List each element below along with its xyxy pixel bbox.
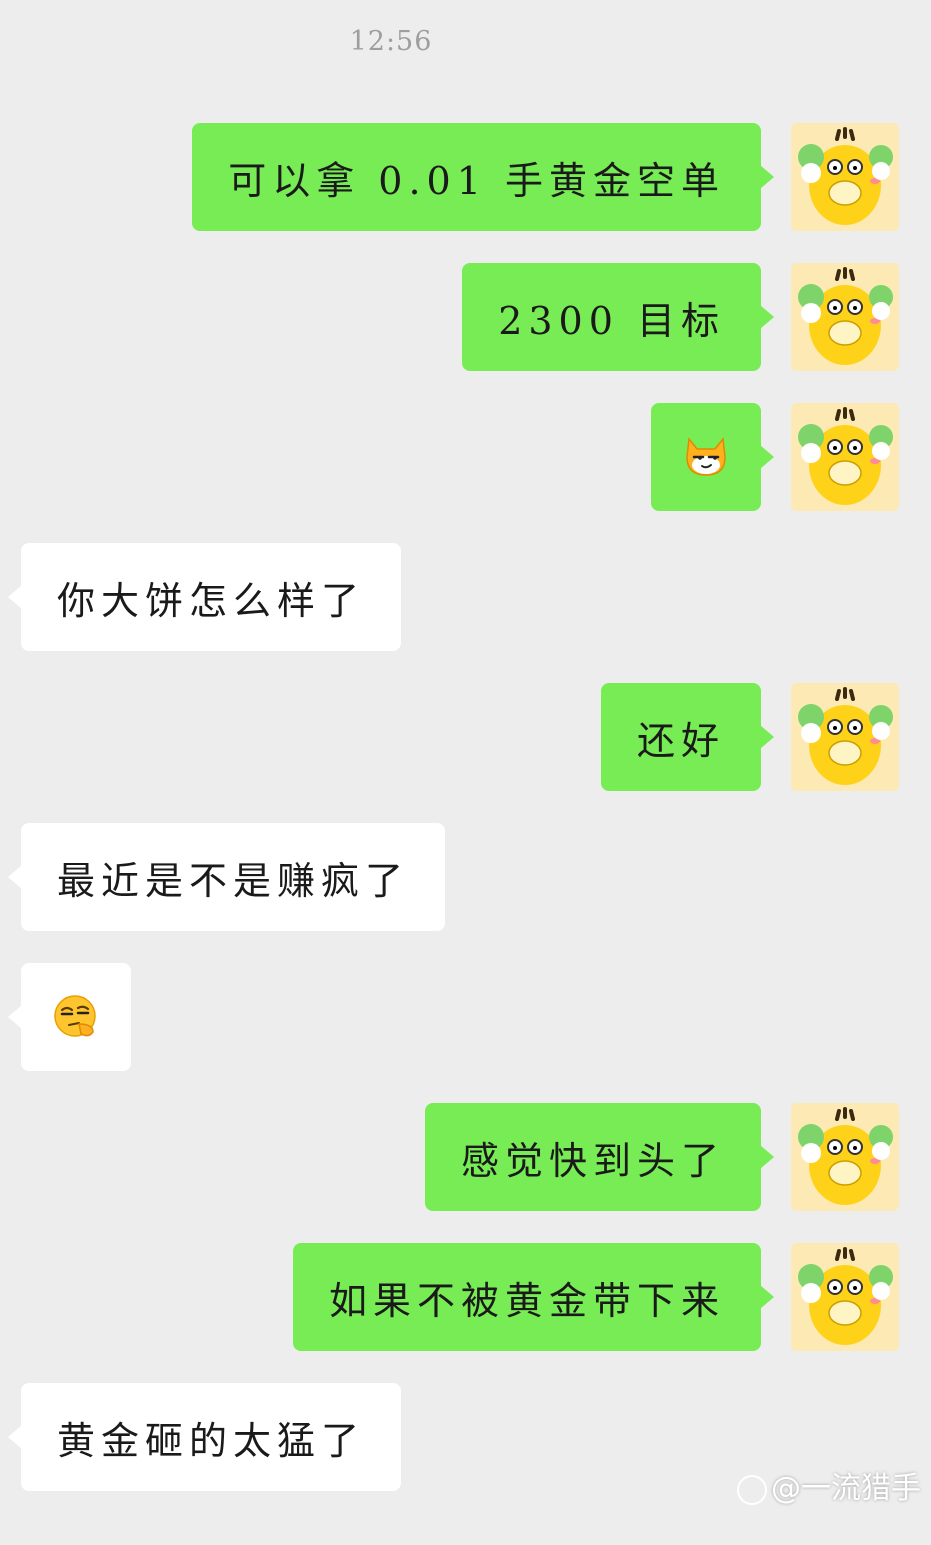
psyduck-avatar-icon bbox=[791, 403, 899, 511]
message-bubble-sent[interactable]: 2300 目标 bbox=[462, 263, 774, 371]
smirking-cat-emoji-icon bbox=[686, 437, 726, 476]
avatar[interactable] bbox=[791, 263, 899, 371]
psyduck-avatar-icon bbox=[791, 1243, 899, 1351]
message-row: 还好 bbox=[0, 683, 931, 791]
avatar[interactable] bbox=[791, 1243, 899, 1351]
message-row: 2300 目标 bbox=[0, 263, 931, 371]
message-bubble-received[interactable]: 最近是不是赚疯了 bbox=[7, 823, 446, 931]
message-row bbox=[0, 403, 931, 511]
message-bubble-received[interactable] bbox=[8, 963, 131, 1071]
avatar[interactable] bbox=[791, 683, 899, 791]
message-bubble-received[interactable]: 你大饼怎么样了 bbox=[7, 543, 402, 651]
message-bubble-sent[interactable]: 如果不被黄金带下来 bbox=[292, 1243, 775, 1351]
psyduck-avatar-icon bbox=[791, 683, 899, 791]
message-row: 感觉快到头了 bbox=[0, 1103, 931, 1211]
watermark: @一流猎手 bbox=[737, 1463, 921, 1507]
psyduck-avatar-icon bbox=[791, 123, 899, 231]
message-bubble-received[interactable]: 黄金砸的太猛了 bbox=[7, 1383, 402, 1491]
psyduck-avatar-icon bbox=[791, 263, 899, 371]
avatar[interactable] bbox=[791, 403, 899, 511]
message-text: 你大饼怎么样了 bbox=[57, 578, 366, 623]
message-bubble-sent[interactable]: 感觉快到头了 bbox=[424, 1103, 775, 1211]
message-bubble-sent[interactable] bbox=[651, 403, 774, 511]
message-row: 最近是不是赚疯了 bbox=[0, 823, 931, 931]
message-text: 还好 bbox=[636, 718, 725, 763]
psyduck-avatar-icon bbox=[791, 1103, 899, 1211]
message-text: 黄金砸的太猛了 bbox=[57, 1418, 366, 1463]
message-bubble-sent[interactable]: 可以拿 0.01 手黄金空单 bbox=[192, 123, 774, 231]
watermark-text: @一流猎手 bbox=[771, 1471, 921, 1506]
thinking-squint-emoji-icon bbox=[54, 995, 96, 1037]
message-row bbox=[0, 963, 931, 1071]
message-bubble-sent[interactable]: 还好 bbox=[600, 683, 775, 791]
message-text: 如果不被黄金带下来 bbox=[328, 1278, 725, 1323]
zhihu-logo-icon bbox=[737, 1474, 767, 1505]
avatar[interactable] bbox=[791, 123, 899, 231]
message-row: 你大饼怎么样了 bbox=[0, 543, 931, 651]
message-text: 2300 目标 bbox=[498, 298, 725, 343]
message-text: 可以拿 0.01 手黄金空单 bbox=[228, 158, 725, 203]
timestamp: 12:56 bbox=[349, 26, 433, 57]
avatar[interactable] bbox=[791, 1103, 899, 1211]
message-text: 最近是不是赚疯了 bbox=[57, 858, 410, 903]
message-row: 可以拿 0.01 手黄金空单 bbox=[0, 123, 931, 231]
message-row: 如果不被黄金带下来 bbox=[0, 1243, 931, 1351]
message-text: 感觉快到头了 bbox=[460, 1138, 725, 1183]
